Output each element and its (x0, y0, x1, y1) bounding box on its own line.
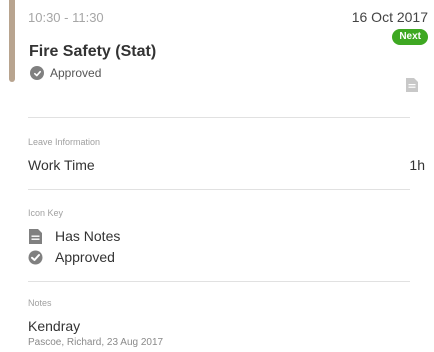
event-status: Approved (30, 66, 101, 80)
divider (28, 281, 410, 282)
check-circle-icon (28, 250, 43, 265)
event-date: 16 Oct 2017 (351, 9, 428, 25)
leave-information-heading: Leave Information (28, 137, 101, 147)
icon-key-label: Approved (55, 249, 115, 265)
note-author: Kendray (28, 318, 81, 334)
note-meta: Pascoe, Richard, 23 Aug 2017 (28, 337, 164, 348)
status-label: Approved (50, 66, 102, 80)
event-time-range: 10:30 - 11:30 (28, 10, 104, 25)
divider (28, 189, 410, 190)
check-circle-icon (30, 66, 44, 80)
event-title: Fire Safety (Stat) (29, 43, 157, 60)
icon-key-label: Has Notes (55, 228, 121, 244)
icon-key-item-approved: Approved (28, 249, 115, 265)
divider (28, 117, 410, 118)
work-time-value: 1h (409, 157, 425, 173)
shift-detail-panel: 10:30 - 11:30 16 Oct 2017 Next Fire Safe… (0, 0, 434, 352)
work-time-label: Work Time (28, 157, 95, 173)
document-icon (28, 228, 43, 244)
icon-key-heading: Icon Key (28, 208, 64, 218)
notes-heading: Notes (28, 298, 52, 308)
event-color-bar (9, 0, 15, 82)
document-icon[interactable] (406, 78, 418, 92)
next-badge: Next (392, 29, 428, 45)
icon-key-item-has-notes: Has Notes (28, 228, 120, 244)
